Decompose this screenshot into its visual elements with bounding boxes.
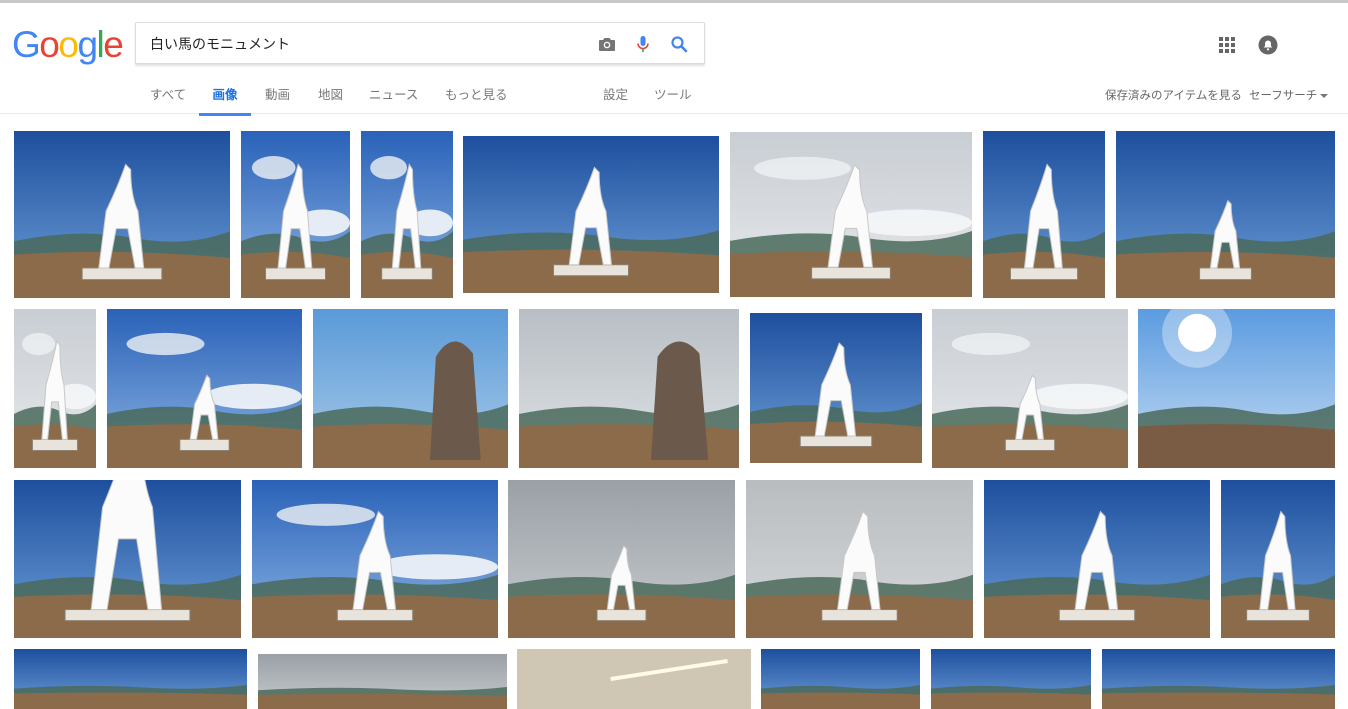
image-thumbnail[interactable] bbox=[14, 131, 230, 298]
tab-maps[interactable]: 地図 bbox=[318, 85, 343, 116]
image-thumbnail[interactable] bbox=[1138, 309, 1335, 468]
search-input[interactable] bbox=[150, 32, 580, 56]
image-thumbnail[interactable] bbox=[983, 131, 1105, 298]
image-thumbnail[interactable] bbox=[14, 649, 247, 709]
image-thumbnail[interactable] bbox=[746, 480, 973, 638]
tab-more[interactable]: もっと見る bbox=[445, 85, 508, 116]
image-thumbnail[interactable] bbox=[241, 131, 350, 298]
tab-bar: すべて 画像 動画 地図 ニュース もっと見る 設定 ツール 保存済みのアイテム… bbox=[0, 85, 1348, 117]
image-thumbnail[interactable] bbox=[984, 480, 1210, 638]
microphone-icon[interactable] bbox=[631, 32, 655, 56]
logo-letter: l bbox=[96, 24, 105, 65]
image-thumbnail[interactable] bbox=[1116, 131, 1335, 298]
header: Google すべて 画像 動画 地図 ニュース もっと見る 設定 ツール 保存… bbox=[0, 0, 1348, 117]
chevron-down-icon bbox=[1320, 93, 1329, 98]
image-thumbnail[interactable] bbox=[508, 480, 735, 638]
camera-icon[interactable] bbox=[595, 32, 619, 56]
safesearch-menu[interactable]: セーフサーチ bbox=[1249, 85, 1329, 105]
saved-items-link[interactable]: 保存済みのアイテムを見る bbox=[1105, 85, 1242, 105]
logo-letter: o bbox=[39, 24, 60, 65]
google-logo[interactable]: Google bbox=[12, 24, 124, 65]
image-thumbnail[interactable] bbox=[730, 132, 972, 297]
image-thumbnail[interactable] bbox=[519, 309, 739, 468]
search-box[interactable] bbox=[135, 22, 705, 64]
search-icon[interactable] bbox=[667, 32, 691, 56]
image-thumbnail[interactable] bbox=[932, 309, 1128, 468]
image-thumbnail[interactable] bbox=[931, 649, 1091, 709]
logo-letter: e bbox=[103, 24, 124, 65]
logo-letter: G bbox=[12, 24, 41, 65]
image-thumbnail[interactable] bbox=[14, 480, 241, 638]
image-thumbnail[interactable] bbox=[1221, 480, 1335, 638]
image-thumbnail[interactable] bbox=[252, 480, 498, 638]
image-thumbnail[interactable] bbox=[258, 654, 507, 709]
image-thumbnail[interactable] bbox=[107, 309, 302, 468]
safesearch-label: セーフサーチ bbox=[1249, 88, 1318, 102]
settings-link[interactable]: 設定 bbox=[603, 85, 628, 116]
tools-link[interactable]: ツール bbox=[654, 85, 692, 116]
image-thumbnail[interactable] bbox=[1102, 649, 1335, 709]
image-thumbnail[interactable] bbox=[463, 136, 719, 293]
image-thumbnail[interactable] bbox=[750, 313, 922, 463]
tab-videos[interactable]: 動画 bbox=[265, 85, 290, 116]
apps-grid-icon[interactable] bbox=[1218, 36, 1236, 54]
logo-letter: g bbox=[77, 24, 98, 65]
tab-news[interactable]: ニュース bbox=[369, 85, 418, 116]
image-thumbnail[interactable] bbox=[313, 309, 508, 468]
image-thumbnail[interactable] bbox=[517, 649, 751, 709]
image-thumbnail[interactable] bbox=[361, 131, 453, 298]
logo-letter: o bbox=[58, 24, 79, 65]
account-icon[interactable] bbox=[1258, 35, 1278, 55]
image-results-grid bbox=[0, 114, 1348, 709]
tab-all[interactable]: すべて bbox=[150, 85, 186, 116]
image-thumbnail[interactable] bbox=[761, 649, 920, 709]
image-thumbnail[interactable] bbox=[14, 309, 96, 468]
tab-images[interactable]: 画像 bbox=[199, 85, 251, 116]
